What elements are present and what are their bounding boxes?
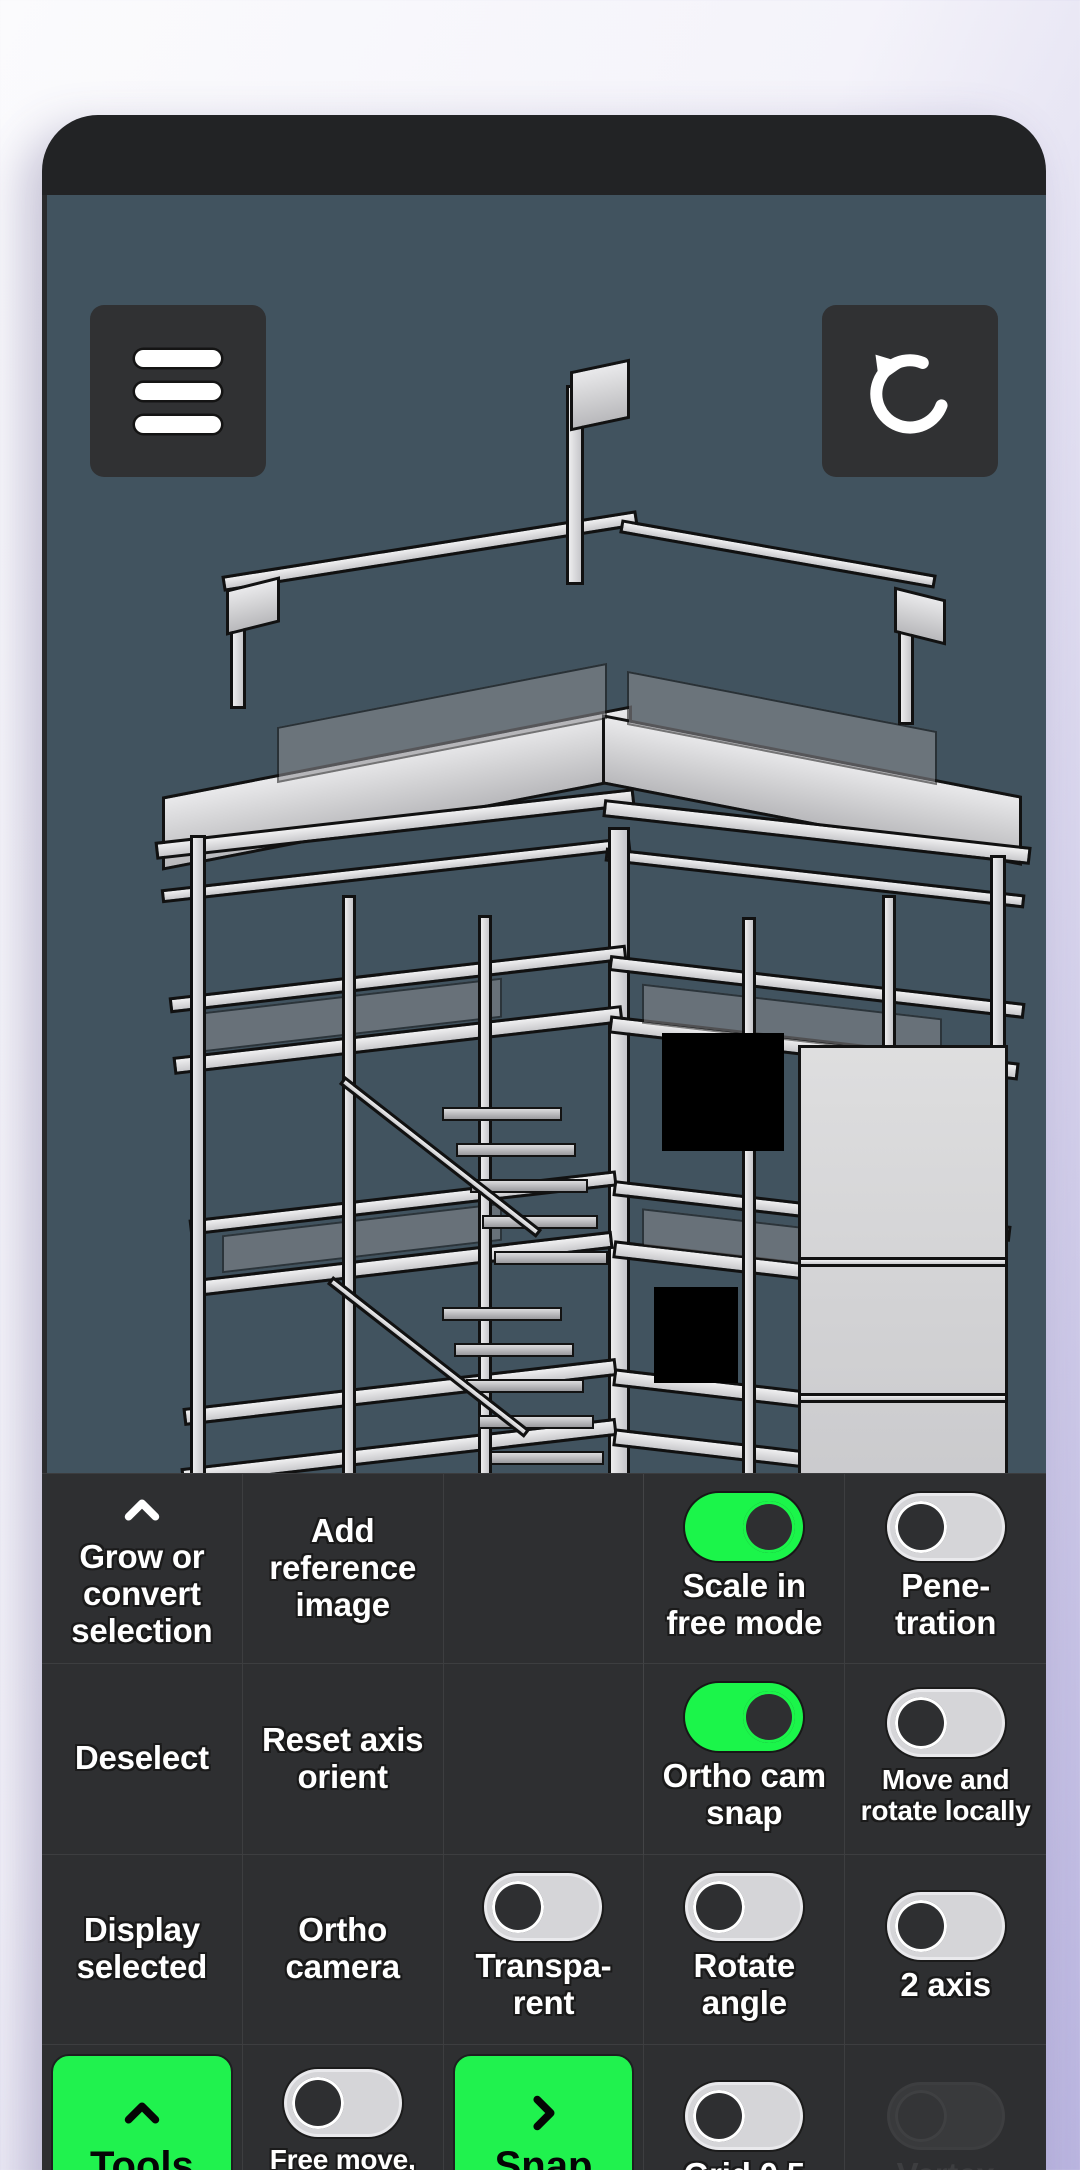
bottom-toolbar[interactable]: Grow or convert selection Add reference … (42, 1473, 1046, 2170)
chevron-right-icon (533, 2095, 555, 2131)
toolbar-cell-grid[interactable]: Grid 0.5 (644, 2044, 846, 2170)
toolbar-label: Reset axis orient (262, 1720, 424, 1795)
toolbar-label: Move and rotate locally (860, 1763, 1031, 1826)
window-upper (662, 1033, 784, 1151)
menu-button[interactable] (90, 305, 266, 477)
toolbar-label: Rotate angle (693, 1947, 796, 2022)
undo-arrow-icon (870, 354, 948, 434)
stair-tread (442, 1107, 562, 1121)
hamburger-menu-icon (135, 349, 221, 433)
snap-button-label: Snap (494, 2143, 593, 2170)
toolbar-cell-vertex: Vertex (845, 2044, 1046, 2170)
toolbar-cell-reset-axis-orient[interactable]: Reset axis orient (242, 1664, 444, 1855)
toolbar-cell-scale-in-free-mode[interactable]: Scale in free mode (644, 1474, 846, 1665)
vertex-toggle (889, 2084, 1002, 2147)
stair-tread (454, 1343, 574, 1357)
free-move-rotate-scale-toggle[interactable] (286, 2072, 399, 2135)
toolbar-label: Free move, rotate, scale (269, 2144, 416, 2170)
toolbar-cell-ortho-camera[interactable]: Ortho camera (242, 1854, 444, 2045)
toolbar-cell-empty-1 (443, 1474, 645, 1665)
toolbar-label: 2 axis (900, 1965, 991, 2003)
toolbar-cell-move-and-rotate-locally[interactable]: Move and rotate locally (845, 1664, 1046, 1855)
toolbar-cell-free-move-rotate-scale[interactable]: Free move, rotate, scale (242, 2044, 444, 2170)
toolbar-label: Add reference image (269, 1512, 417, 1624)
tools-button[interactable]: Tools (51, 2053, 233, 2170)
toolbar-label: Transpa- rent (475, 1947, 612, 2022)
roof-rail-right (619, 519, 937, 589)
toolbar-cell-display-selected[interactable]: Display selected (42, 1854, 243, 2045)
stair-tread (478, 1415, 594, 1429)
toolbar-cell-penetration[interactable]: Pene- tration (845, 1474, 1046, 1665)
toolbar-cell-ortho-cam-snap[interactable]: Ortho cam snap (644, 1664, 846, 1855)
transparent-toggle[interactable] (487, 1876, 600, 1939)
toolbar-label: Scale in free mode (666, 1566, 823, 1641)
chevron-up-icon (124, 1499, 160, 1521)
stair-tread (490, 1451, 604, 1465)
mast-head (570, 358, 630, 432)
toolbar-cell-grow-or-convert-selection[interactable]: Grow or convert selection (42, 1474, 243, 1665)
toolbar-cell-add-reference-image[interactable]: Add reference image (242, 1474, 444, 1665)
stair-tread (494, 1251, 608, 1265)
rotate-angle-toggle[interactable] (688, 1876, 801, 1939)
tools-button-label: Tools (90, 2143, 194, 2170)
toolbar-label: Display selected (76, 1911, 208, 1986)
window-lower (654, 1287, 738, 1383)
grid-toggle[interactable] (688, 2084, 801, 2147)
snap-button[interactable]: Snap (452, 2053, 635, 2170)
viewport-3d[interactable] (42, 195, 1046, 1473)
toolbar-label: Grid 0.5 (684, 2156, 805, 2170)
toolbar-cell-tools[interactable]: Tools (42, 2044, 243, 2170)
toolbar-cell-2-axis[interactable]: 2 axis (845, 1854, 1046, 2045)
toolbar-cell-transparent[interactable]: Transpa- rent (443, 1854, 645, 2045)
toolbar-cell-empty-2 (443, 1664, 645, 1855)
stair-tread (482, 1215, 598, 1229)
penetration-toggle[interactable] (889, 1495, 1002, 1558)
right-wall-line-2 (798, 1393, 1008, 1403)
stair-tread (456, 1143, 576, 1157)
chevron-up-icon (124, 2102, 160, 2124)
toolbar-label: Pene- tration (894, 1566, 997, 1641)
toolbar-cell-deselect[interactable]: Deselect (42, 1664, 243, 1855)
toolbar-label: Ortho cam snap (662, 1756, 826, 1831)
stair-tread (442, 1307, 562, 1321)
scale-in-free-mode-toggle[interactable] (688, 1495, 801, 1558)
column-left-1 (342, 895, 356, 1473)
toolbar-label: Ortho camera (285, 1911, 400, 1986)
ortho-cam-snap-toggle[interactable] (688, 1685, 801, 1748)
stair-tread (466, 1379, 584, 1393)
column-right-1 (742, 917, 756, 1473)
move-and-rotate-locally-toggle[interactable] (889, 1691, 1002, 1754)
toolbar-label: Grow or convert selection (71, 1538, 213, 1650)
phone-frame: Grow or convert selection Add reference … (42, 115, 1046, 2170)
right-wall-line-1 (798, 1257, 1008, 1267)
toolbar-cell-rotate-angle[interactable]: Rotate angle (644, 1854, 846, 2045)
column-far-left (190, 835, 206, 1473)
toolbar-cell-snap[interactable]: Snap (443, 2044, 645, 2170)
toolbar-label: Deselect (74, 1739, 209, 1777)
2-axis-toggle[interactable] (889, 1894, 1002, 1957)
undo-button[interactable] (822, 305, 998, 477)
toolbar-label: Vertex (897, 2156, 995, 2170)
